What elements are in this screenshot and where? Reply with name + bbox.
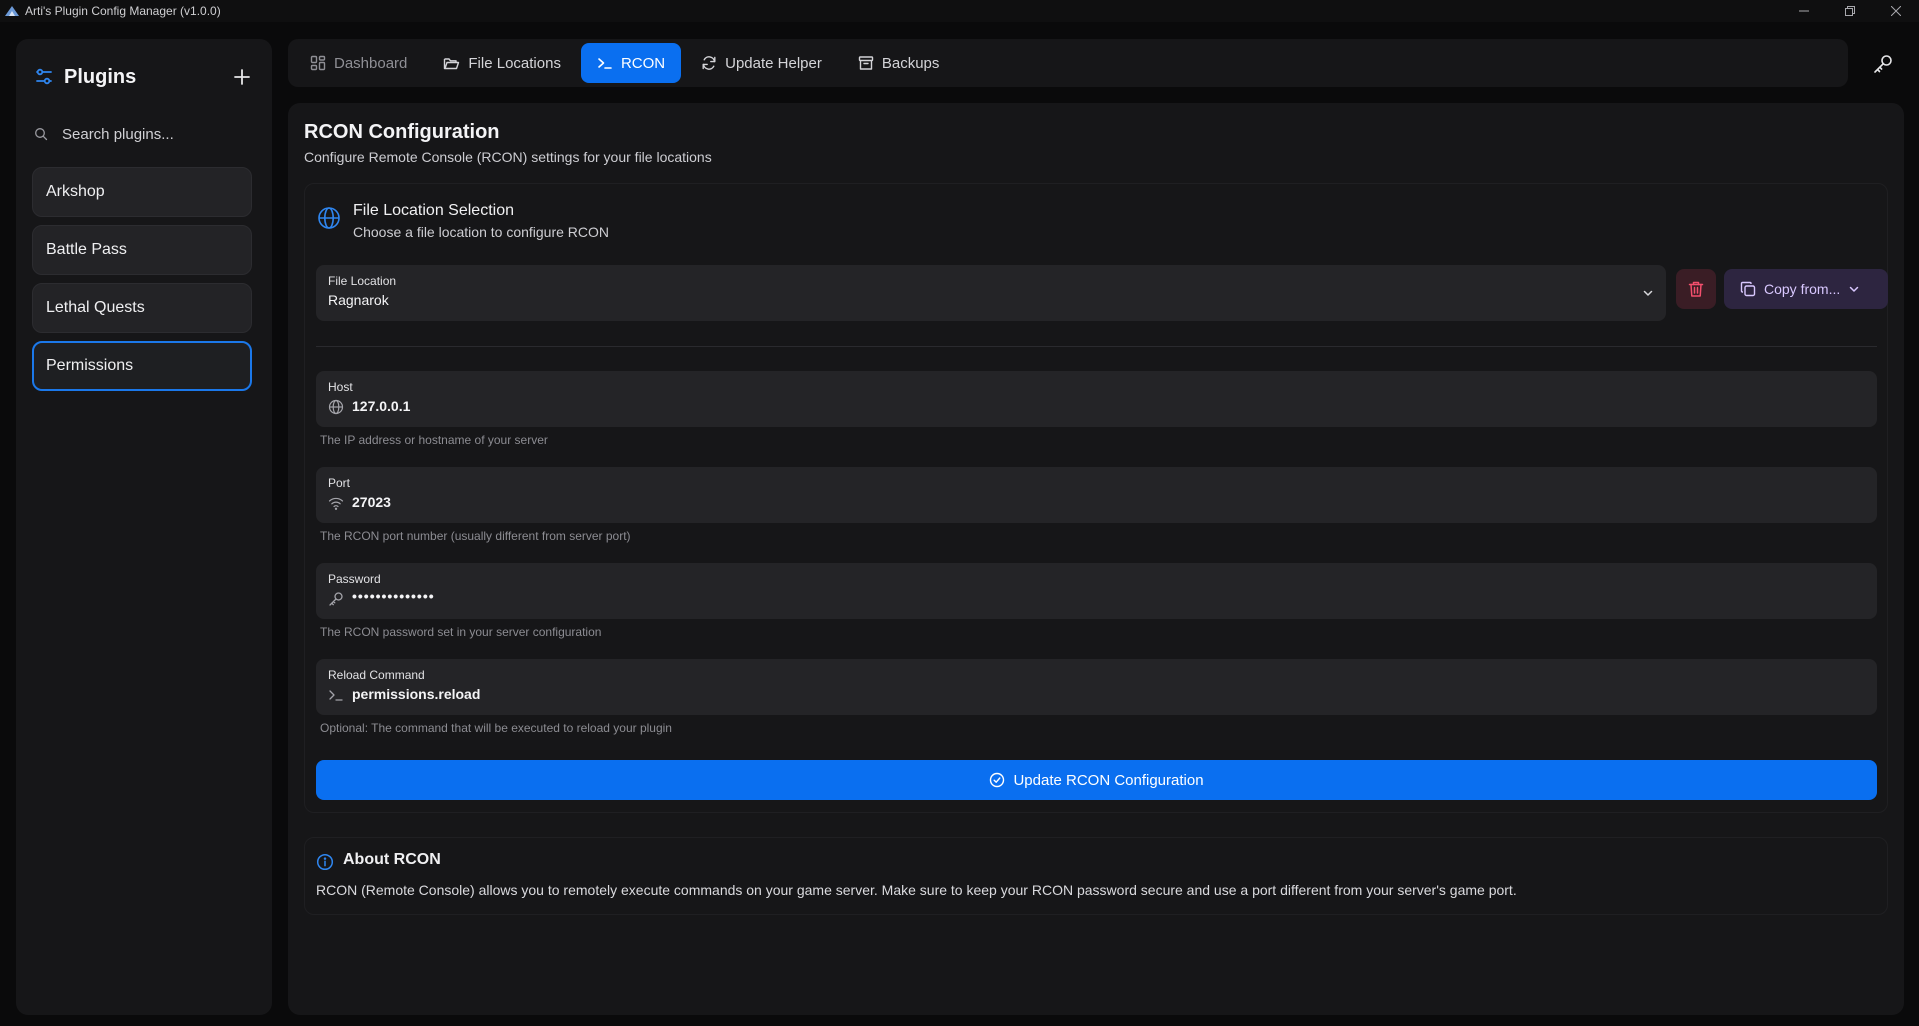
tab-label: Update Helper: [725, 54, 822, 72]
host-field[interactable]: Host 127.0.0.1: [316, 371, 1877, 427]
reload-command-help-text: Optional: The command that will be execu…: [320, 721, 672, 735]
sidebar-title: Plugins: [64, 65, 137, 88]
update-rcon-button[interactable]: Update RCON Configuration: [316, 760, 1877, 800]
plugin-item-permissions[interactable]: Permissions: [32, 341, 252, 391]
copy-from-button[interactable]: Copy from...: [1724, 269, 1888, 309]
folder-icon: [443, 56, 460, 71]
tab-label: Dashboard: [334, 54, 408, 72]
port-input[interactable]: 27023: [352, 494, 391, 510]
tab-dashboard[interactable]: Dashboard: [294, 43, 423, 83]
close-icon: [1891, 6, 1901, 16]
wifi-icon: [328, 495, 344, 511]
about-text: RCON (Remote Console) allows you to remo…: [316, 882, 1517, 898]
window-controls: [1781, 0, 1919, 22]
plugin-item-arkshop[interactable]: Arkshop: [32, 167, 252, 217]
host-input[interactable]: 127.0.0.1: [352, 398, 410, 414]
file-location-label: File Location: [328, 274, 397, 288]
search-icon: [34, 127, 48, 141]
plus-icon: [234, 69, 250, 85]
password-label: Password: [328, 572, 381, 586]
plugin-item-label: Arkshop: [46, 183, 105, 200]
sidebar-header: Plugins: [34, 63, 256, 91]
file-location-value: Ragnarok: [328, 292, 389, 308]
update-rcon-label: Update RCON Configuration: [1013, 771, 1204, 789]
trash-icon: [1688, 281, 1704, 297]
plugin-item-label: Battle Pass: [46, 241, 127, 258]
key-icon: [1874, 55, 1892, 73]
plugin-item-label: Permissions: [46, 357, 134, 374]
plugin-item-label: Lethal Quests: [46, 299, 145, 316]
delete-location-button[interactable]: [1676, 269, 1716, 309]
copy-icon: [1740, 281, 1756, 297]
port-label: Port: [328, 476, 351, 490]
location-card-title: File Location Selection: [353, 202, 514, 219]
main-panel: RCON Configuration Configure Remote Cons…: [288, 103, 1904, 1015]
minimize-button[interactable]: [1781, 0, 1827, 22]
section-divider: [316, 346, 1877, 347]
chevron-down-icon: [1850, 286, 1859, 292]
tab-backups[interactable]: Backups: [842, 43, 956, 83]
globe-icon: [328, 399, 344, 415]
host-help-text: The IP address or hostname of your serve…: [320, 433, 548, 447]
about-rcon-card: About RCON RCON (Remote Console) allows …: [304, 837, 1888, 915]
tab-update-helper[interactable]: Update Helper: [685, 43, 838, 83]
port-help-text: The RCON port number (usually different …: [320, 529, 631, 543]
plugin-item-lethal-quests[interactable]: Lethal Quests: [32, 283, 252, 333]
page-subtitle: Configure Remote Console (RCON) settings…: [304, 149, 712, 165]
globe-icon: [317, 206, 341, 230]
close-window-button[interactable]: [1873, 0, 1919, 22]
app-logo-icon: [4, 5, 20, 17]
reload-command-field[interactable]: Reload Command permissions.reload: [316, 659, 1877, 715]
terminal-icon: [597, 56, 613, 70]
search-input[interactable]: Search plugins...: [62, 126, 174, 143]
plugin-search[interactable]: Search plugins...: [34, 119, 254, 149]
file-location-select[interactable]: File Location Ragnarok: [316, 265, 1666, 321]
password-field[interactable]: Password ••••••••••••••: [316, 563, 1877, 619]
reload-command-label: Reload Command: [328, 668, 425, 682]
dashboard-icon: [310, 55, 326, 71]
sliders-icon: [34, 67, 54, 87]
tab-label: File Locations: [468, 54, 561, 72]
tab-rcon[interactable]: RCON: [580, 43, 682, 83]
plugin-list: Arkshop Battle Pass Lethal Quests Permis…: [32, 167, 252, 399]
top-navigation: Dashboard File Locations RCON Update Hel…: [288, 39, 1848, 87]
password-input[interactable]: ••••••••••••••: [352, 588, 435, 604]
plugin-item-battle-pass[interactable]: Battle Pass: [32, 225, 252, 275]
port-field[interactable]: Port 27023: [316, 467, 1877, 523]
check-circle-icon: [990, 772, 1005, 788]
key-icon: [328, 591, 344, 607]
chevron-down-icon: [1642, 287, 1654, 299]
restore-icon: [1845, 6, 1855, 16]
password-help-text: The RCON password set in your server con…: [320, 625, 602, 639]
copy-from-label: Copy from...: [1764, 281, 1841, 297]
tab-file-locations[interactable]: File Locations: [427, 43, 577, 83]
refresh-icon: [701, 55, 717, 71]
restore-button[interactable]: [1827, 0, 1873, 22]
tab-label: Backups: [881, 54, 940, 72]
location-card-subtitle: Choose a file location to configure RCON: [353, 224, 610, 240]
rcon-config-card: File Location Selection Choose a file lo…: [304, 183, 1888, 813]
reload-command-input[interactable]: permissions.reload: [352, 686, 480, 702]
terminal-icon: [328, 687, 344, 703]
sidebar: Plugins Search plugins... Arkshop Battle…: [16, 39, 272, 1015]
license-key-button[interactable]: [1866, 48, 1900, 80]
tab-label: RCON: [620, 54, 666, 72]
minimize-icon: [1799, 10, 1809, 12]
info-icon: [316, 853, 334, 871]
page-title: RCON Configuration: [304, 121, 500, 143]
archive-icon: [858, 55, 874, 71]
add-plugin-button[interactable]: [228, 63, 256, 91]
window-title: Arti's Plugin Config Manager (v1.0.0): [25, 4, 221, 18]
title-bar: Arti's Plugin Config Manager (v1.0.0): [0, 0, 1919, 22]
host-label: Host: [328, 380, 353, 394]
about-title: About RCON: [343, 851, 441, 868]
